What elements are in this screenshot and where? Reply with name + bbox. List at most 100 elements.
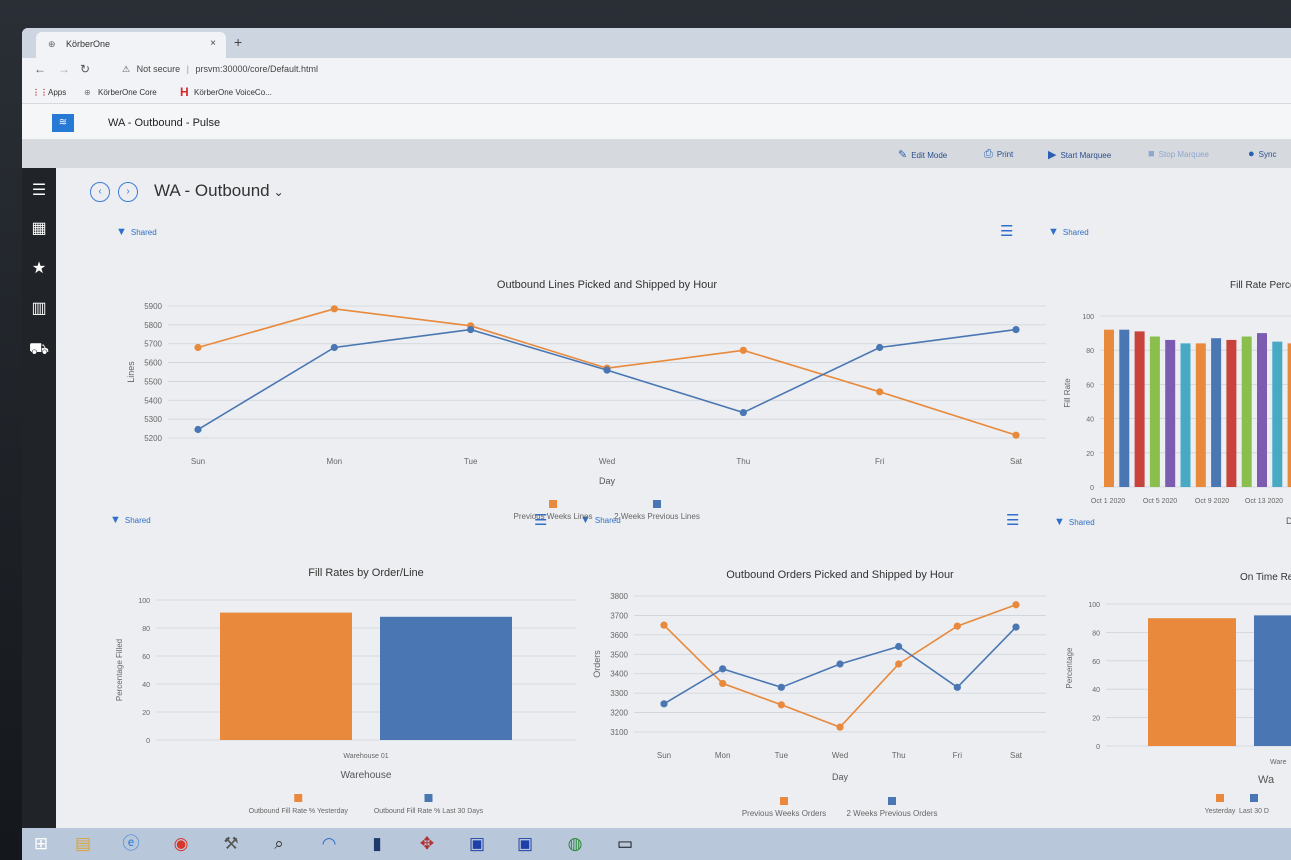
pencil-icon: ✎ <box>898 149 908 161</box>
internet-explorer-icon[interactable]: ⓔ <box>118 832 144 856</box>
star-icon[interactable]: ★ <box>22 258 56 278</box>
data-point <box>660 621 668 629</box>
y-tick-label: 40 <box>142 682 150 689</box>
data-point <box>194 343 202 352</box>
data-point <box>1012 431 1020 439</box>
sync-label: Sync <box>1258 150 1277 159</box>
left-sidebar: ☰ ▦ ★ ▥ ⛟ <box>22 168 56 828</box>
y-axis-label: Orders <box>592 650 602 678</box>
legend-label: 2 Weeks Previous Orders <box>847 809 938 818</box>
bookmark-korberone-core[interactable]: KörberOne Core <box>98 88 157 97</box>
stop-icon: ■ <box>1148 148 1155 160</box>
windows-start-icon[interactable]: ⊞ <box>28 832 54 856</box>
bar <box>1226 339 1237 487</box>
y-tick-label: 80 <box>142 626 150 633</box>
grid-icon[interactable]: ▦ <box>22 218 56 238</box>
data-point <box>777 683 785 691</box>
terminal-icon[interactable]: ▭ <box>612 832 638 856</box>
data-point <box>1012 601 1020 609</box>
edit-mode-button[interactable]: ✎ Edit Mode <box>898 148 947 161</box>
chrome-icon[interactable]: ◉ <box>168 832 194 856</box>
data-point <box>467 325 475 334</box>
forward-arrow-icon[interactable]: → <box>58 62 70 76</box>
y-tick-label: 3500 <box>610 650 628 659</box>
y-tick-label: 3400 <box>610 670 628 679</box>
edit-mode-label: Edit Mode <box>911 151 948 160</box>
stop-marquee-button[interactable]: ■ Stop Marquee <box>1148 148 1209 160</box>
legend-label: Outbound Fill Rate % Last 30 Days <box>374 808 484 815</box>
legend-label: Previous Weeks Lines <box>514 512 593 521</box>
x-tick-label: Sun <box>657 751 671 760</box>
y-tick-label: 60 <box>142 654 150 661</box>
y-tick-label: 20 <box>142 710 150 717</box>
chart-title: On Time Ready <box>1240 572 1291 583</box>
new-tab-button[interactable]: + <box>234 34 242 50</box>
bar <box>220 612 352 740</box>
chart-title: Outbound Lines Picked and Shipped by Hou… <box>497 279 717 291</box>
globe-icon: ⊕ <box>84 88 91 97</box>
data-point <box>876 343 884 352</box>
bar-chart-icon[interactable]: ▥ <box>22 298 56 318</box>
y-tick-label: 3100 <box>610 728 628 737</box>
y-tick-label: 60 <box>1092 659 1100 666</box>
browser-tab[interactable]: ⊕ KörberOne × <box>36 32 226 58</box>
legend-swatch <box>653 500 661 508</box>
bar <box>1287 343 1291 487</box>
remote-desktop-icon[interactable]: ▣ <box>512 832 538 856</box>
x-tick-label: Thu <box>736 457 750 466</box>
legend-label: Previous Weeks Orders <box>742 809 826 818</box>
y-tick-label: 80 <box>1086 348 1094 355</box>
sync-button[interactable]: ● Sync <box>1248 148 1276 160</box>
legend-swatch <box>1250 794 1258 802</box>
arc-app-icon[interactable]: ◠ <box>316 832 342 856</box>
reload-icon[interactable]: ↻ <box>80 62 90 76</box>
close-tab-icon[interactable]: × <box>210 38 216 49</box>
x-tick-label: Tue <box>464 457 478 466</box>
scanner-icon[interactable]: ▮ <box>364 832 390 856</box>
search-tool-icon[interactable]: ⌕ <box>266 832 292 856</box>
address-bar: ← → ↻ ⚠ Not secure | prsvm:30000/core/De… <box>22 58 1291 82</box>
x-tick-label: Mon <box>327 457 343 466</box>
file-explorer-icon[interactable]: ▤ <box>70 832 96 856</box>
truck-icon[interactable]: ⛟ <box>22 340 56 360</box>
y-tick-label: 3300 <box>610 689 628 698</box>
legend-swatch <box>294 794 303 802</box>
bar <box>1211 338 1222 487</box>
start-marquee-button[interactable]: ▶ Start Marquee <box>1048 148 1111 161</box>
data-point <box>330 343 338 352</box>
bar <box>1104 329 1114 487</box>
globe-icon[interactable]: ◍ <box>562 832 588 856</box>
legend-label: Last 30 D <box>1239 808 1269 815</box>
x-tick-label: Tue <box>775 751 789 760</box>
y-tick-label: 20 <box>1092 716 1100 723</box>
data-point <box>1012 325 1020 334</box>
data-point <box>836 660 844 668</box>
y-tick-label: 100 <box>1088 602 1100 609</box>
bar <box>1272 341 1283 487</box>
back-arrow-icon[interactable]: ← <box>34 62 46 76</box>
x-axis-label: Day <box>832 772 849 782</box>
legend-swatch <box>424 794 433 802</box>
x-tick-label: Wed <box>832 751 848 760</box>
y-tick-label: 100 <box>1082 314 1094 321</box>
print-button[interactable]: ⎙ Print <box>984 148 1013 161</box>
bookmark-korberone-voice[interactable]: KörberOne VoiceCo... <box>194 88 272 97</box>
x-tick-label: Fri <box>953 751 963 760</box>
y-tick-label: 0 <box>1096 744 1100 751</box>
network-tool-icon[interactable]: ✥ <box>414 832 440 856</box>
bar <box>1148 618 1236 746</box>
legend-label: Yesterday <box>1205 808 1236 815</box>
legend-swatch <box>1216 794 1224 802</box>
y-tick-label: 5900 <box>144 302 162 311</box>
app-logo-icon[interactable]: ≋ <box>52 114 74 132</box>
play-icon: ▶ <box>1048 149 1057 161</box>
url-field[interactable]: ⚠ Not secure | prsvm:30000/core/Default.… <box>122 64 318 75</box>
bar <box>1254 615 1291 746</box>
y-tick-label: 60 <box>1086 382 1094 389</box>
y-tick-label: 5400 <box>144 396 162 405</box>
computer-icon[interactable]: ▣ <box>464 832 490 856</box>
tools-icon[interactable]: ⚒ <box>218 832 244 856</box>
data-point <box>895 642 903 651</box>
bookmark-apps[interactable]: Apps <box>48 88 66 97</box>
hamburger-menu-icon[interactable]: ☰ <box>22 180 56 200</box>
